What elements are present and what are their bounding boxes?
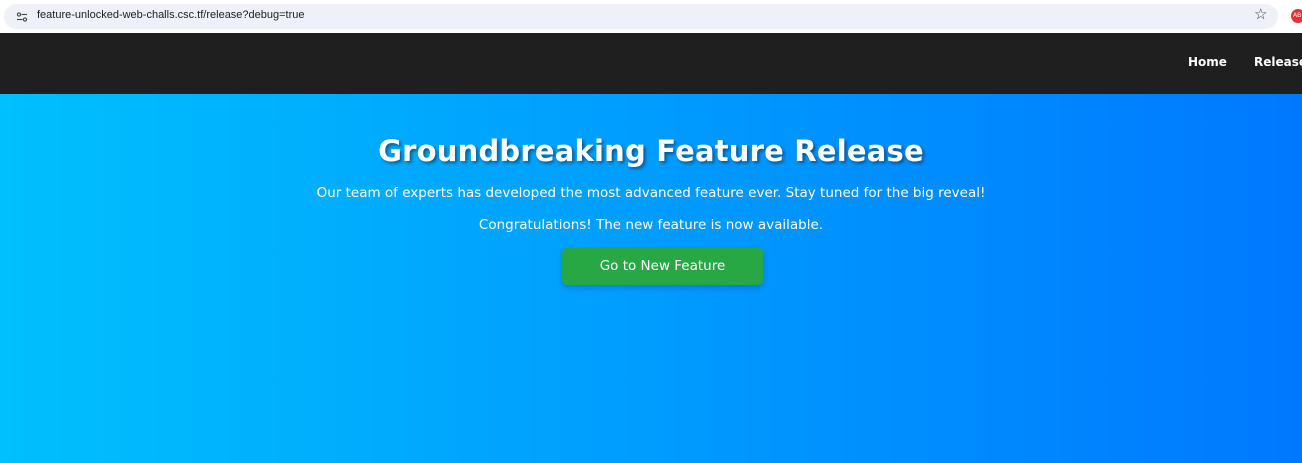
nav-link-release[interactable]: Release bbox=[1254, 55, 1302, 69]
star-icon[interactable]: ☆ bbox=[1254, 7, 1267, 22]
address-bar[interactable]: feature-unlocked-web-challs.csc.tf/relea… bbox=[4, 4, 1278, 29]
status-message: Congratulations! The new feature is now … bbox=[478, 217, 824, 233]
nav-link-home[interactable]: Home bbox=[1188, 55, 1227, 69]
profile-avatar-icon[interactable]: AB bbox=[1291, 9, 1302, 23]
browser-toolbar: feature-unlocked-web-challs.csc.tf/relea… bbox=[0, 0, 1302, 33]
page-title: Groundbreaking Feature Release bbox=[378, 134, 924, 168]
tune-icon[interactable] bbox=[16, 12, 28, 22]
go-to-new-feature-button[interactable]: Go to New Feature bbox=[562, 248, 763, 285]
site-navbar: Home Release bbox=[0, 33, 1302, 94]
hero-description: Our team of experts has developed the mo… bbox=[316, 185, 986, 201]
url-text[interactable]: feature-unlocked-web-challs.csc.tf/relea… bbox=[37, 9, 305, 21]
hero-section: Groundbreaking Feature Release Our team … bbox=[0, 94, 1302, 463]
